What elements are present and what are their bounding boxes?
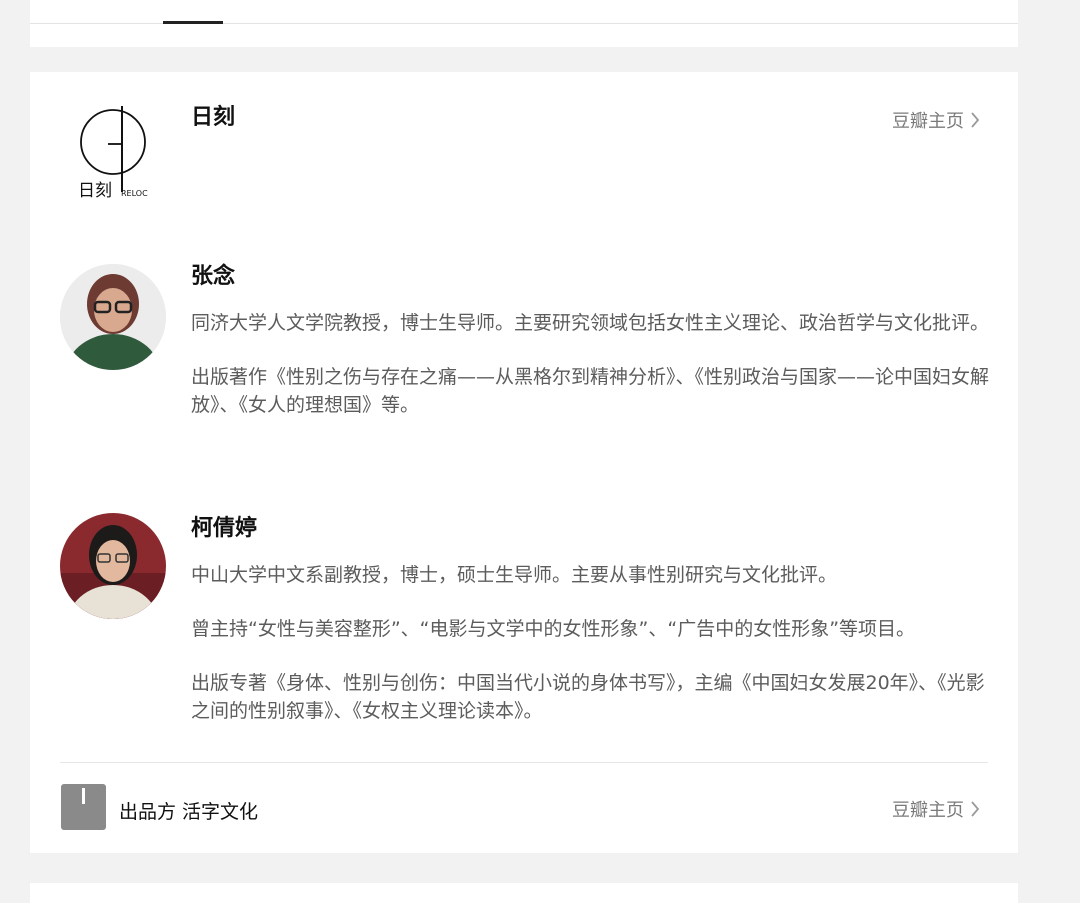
publisher-logo-graphic: 日刻 RELOC <box>78 106 148 201</box>
publisher-name: 日刻 <box>191 105 236 130</box>
tab-strip <box>30 0 1018 24</box>
active-tab-indicator <box>163 21 223 24</box>
author-avatar-keqianting <box>60 513 166 619</box>
publisher-douban-link-label: 豆瓣主页 <box>892 111 964 132</box>
author-bio: 中山大学中文系副教授，博士，硕士生导师。主要从事性别研究与文化批评。 曾主持“女… <box>191 561 991 751</box>
publisher-douban-link[interactable]: 豆瓣主页 <box>892 107 980 133</box>
producer-douban-link-label: 豆瓣主页 <box>892 800 964 821</box>
author-bio: 同济大学人文学院教授，博士生导师。主要研究领域包括女性主义理论、政治哲学与文化批… <box>191 309 991 445</box>
producer-douban-link[interactable]: 豆瓣主页 <box>892 796 980 822</box>
author-name: 张念 <box>191 264 236 289</box>
author-photo <box>60 264 166 370</box>
author-avatar-zhangnian <box>60 264 166 370</box>
publisher-logo-text: 日刻 <box>78 181 112 201</box>
author-bio-paragraph: 中山大学中文系副教授，博士，硕士生导师。主要从事性别研究与文化批评。 <box>191 564 838 586</box>
divider <box>60 762 988 763</box>
chevron-right-icon <box>971 112 980 128</box>
author-bio-paragraph: 同济大学人文学院教授，博士生导师。主要研究领域包括女性主义理论、政治哲学与文化批… <box>191 312 990 334</box>
author-bio-paragraph: 出版著作《性别之伤与存在之痛——从黑格尔到精神分析》、《性别政治与国家——论中国… <box>191 366 990 416</box>
publisher-logo-subtext: RELOC <box>121 189 148 198</box>
chevron-right-icon <box>971 801 980 817</box>
credits-card: 日刻 RELOC 日刻 豆瓣主页 张念 同济大学人文学院教授，博士生导师。主要研… <box>30 72 1018 853</box>
book-icon <box>61 784 106 830</box>
author-name: 柯倩婷 <box>191 516 258 541</box>
author-photo <box>60 513 166 619</box>
author-bio-paragraph: 出版专著《身体、性别与创伤：中国当代小说的身体书写》，主编《中国妇女发展20年》… <box>191 672 985 722</box>
publisher-logo: 日刻 RELOC <box>78 104 152 204</box>
tab-bar-card <box>30 0 1018 47</box>
next-card <box>30 883 1018 903</box>
author-bio-paragraph: 曾主持“女性与美容整形”、“电影与文学中的女性形象”、“广告中的女性形象”等项目… <box>191 618 916 640</box>
producer-label: 出品方 活字文化 <box>119 801 259 823</box>
